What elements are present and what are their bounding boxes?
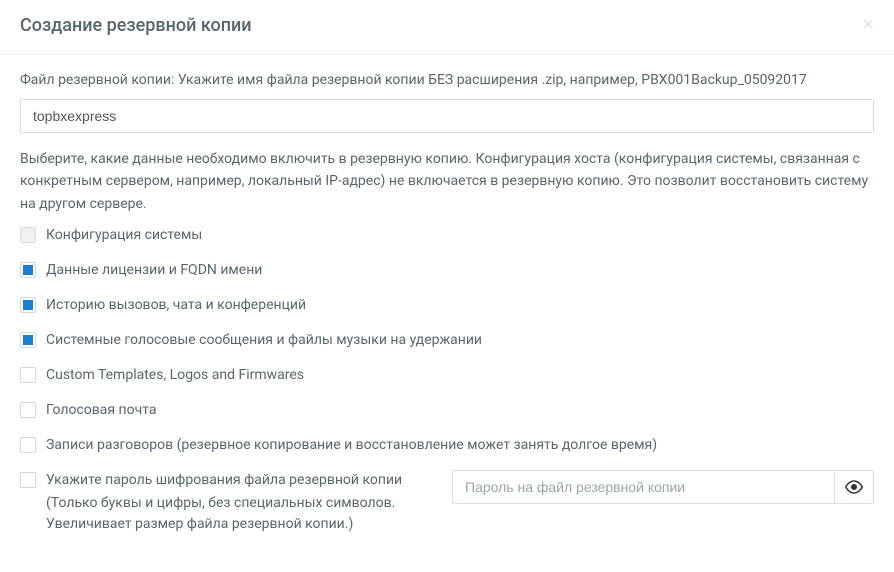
password-input[interactable] <box>452 470 834 504</box>
option-system-voice-label: Системные голосовые сообщения и файлы му… <box>46 330 874 351</box>
option-recordings: Записи разговоров (резервное копирование… <box>20 435 874 456</box>
option-voicemail: Голосовая почта <box>20 400 874 421</box>
checkbox-system-config <box>20 227 36 243</box>
option-password-sublabel: (Только буквы и цифры, без специальных с… <box>46 493 442 535</box>
close-icon: × <box>862 14 874 36</box>
include-description: Выберите, какие данные необходимо включи… <box>20 148 874 215</box>
modal-title: Создание резервной копии <box>20 15 252 36</box>
filename-label: Файл резервной копии: Укажите имя файла … <box>20 70 874 91</box>
option-license-fqdn-label: Данные лицензии и FQDN имени <box>46 260 874 281</box>
option-system-voice: Системные голосовые сообщения и файлы му… <box>20 330 874 351</box>
option-call-history-label: Историю вызовов, чата и конференций <box>46 295 874 316</box>
password-input-group <box>452 470 874 504</box>
checkbox-call-history[interactable] <box>20 297 36 313</box>
filename-input[interactable] <box>20 99 874 133</box>
option-system-config-label: Конфигурация системы <box>46 225 874 246</box>
checkbox-license-fqdn[interactable] <box>20 262 36 278</box>
modal-header: Создание резервной копии × <box>0 0 894 55</box>
password-texts: Укажите пароль шифрования файла резервно… <box>46 470 442 535</box>
toggle-password-button[interactable] <box>834 470 874 504</box>
option-custom-templates-label: Custom Templates, Logos and Firmwares <box>46 365 874 386</box>
checkbox-custom-templates[interactable] <box>20 367 36 383</box>
close-button[interactable]: × <box>862 15 874 35</box>
option-system-config: Конфигурация системы <box>20 225 874 246</box>
option-password-label: Укажите пароль шифрования файла резервно… <box>46 470 442 491</box>
backup-modal: Создание резервной копии × Файл резервно… <box>0 0 894 550</box>
option-password: Укажите пароль шифрования файла резервно… <box>20 470 874 535</box>
eye-icon <box>845 478 863 496</box>
option-custom-templates: Custom Templates, Logos and Firmwares <box>20 365 874 386</box>
checkbox-system-voice[interactable] <box>20 332 36 348</box>
checkbox-recordings[interactable] <box>20 437 36 453</box>
option-recordings-label: Записи разговоров (резервное копирование… <box>46 435 874 456</box>
option-license-fqdn: Данные лицензии и FQDN имени <box>20 260 874 281</box>
option-call-history: Историю вызовов, чата и конференций <box>20 295 874 316</box>
option-voicemail-label: Голосовая почта <box>46 400 874 421</box>
password-left: Укажите пароль шифрования файла резервно… <box>20 470 442 535</box>
checkbox-voicemail[interactable] <box>20 402 36 418</box>
checkbox-password[interactable] <box>20 472 36 488</box>
modal-body: Файл резервной копии: Укажите имя файла … <box>0 55 894 550</box>
